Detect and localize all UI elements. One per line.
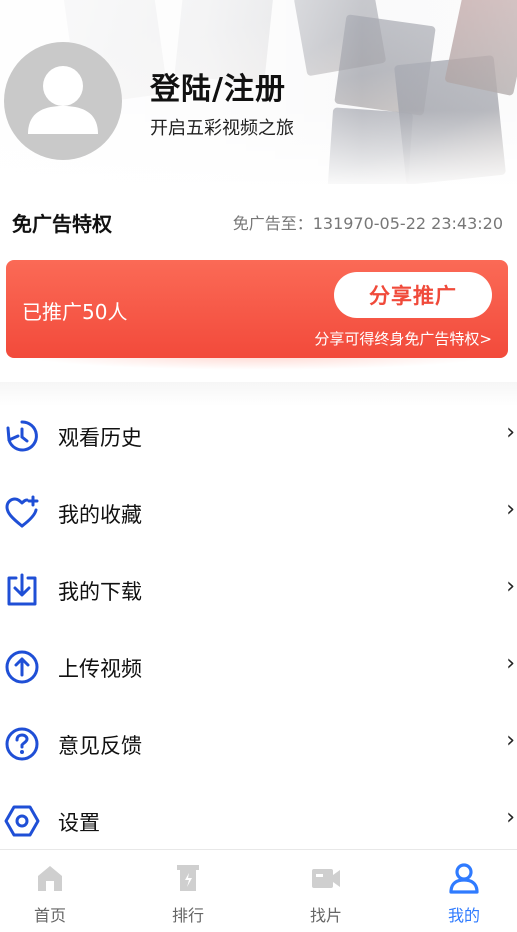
- tab-ranking[interactable]: 排行: [138, 850, 238, 932]
- profile-subtitle: 开启五彩视频之旅: [150, 118, 294, 139]
- menu-label: 观看历史: [58, 426, 142, 450]
- login-register-link[interactable]: 登陆/注册: [150, 64, 286, 108]
- bottom-tab-bar: 首页 排行 找片 我的: [0, 849, 517, 932]
- chevron-right-icon: ›: [506, 574, 515, 599]
- favorite-heart-icon: [5, 495, 39, 528]
- promotion-card: 已推广50人 分享推广 分享可得终身免广告特权>: [6, 260, 508, 358]
- promotion-hint-link[interactable]: 分享可得终身免广告特权>: [314, 328, 492, 349]
- chevron-right-icon: ›: [506, 805, 515, 830]
- avatar[interactable]: [4, 42, 122, 160]
- menu-item-upload[interactable]: 上传视频 ›: [0, 629, 517, 705]
- menu-item-downloads[interactable]: 我的下载 ›: [0, 552, 517, 628]
- menu-label: 意见反馈: [58, 734, 142, 758]
- ad-free-privilege-title: 免广告特权: [12, 212, 112, 236]
- promotion-count: 已推广50人: [22, 300, 128, 324]
- upload-icon: [5, 650, 39, 684]
- tab-label: 找片: [309, 906, 342, 925]
- default-user-icon: [28, 66, 98, 134]
- menu-item-history[interactable]: 观看历史 ›: [0, 398, 517, 474]
- download-icon: [7, 573, 37, 606]
- tab-label: 我的: [447, 906, 480, 925]
- tab-label: 首页: [33, 906, 66, 925]
- menu-item-feedback[interactable]: 意见反馈 ›: [0, 706, 517, 782]
- home-icon: [38, 866, 62, 891]
- chevron-right-icon: ›: [506, 420, 515, 445]
- menu-label: 我的收藏: [58, 503, 142, 527]
- menu-label: 设置: [58, 811, 100, 835]
- user-icon: [449, 863, 479, 894]
- tab-find-video[interactable]: 找片: [276, 850, 376, 932]
- menu-item-settings[interactable]: 设置 ›: [0, 783, 517, 859]
- ad-free-expiry: 免广告至：131970-05-22 23:43:20: [232, 214, 503, 233]
- chevron-right-icon: ›: [506, 728, 515, 753]
- menu-label: 上传视频: [58, 657, 142, 681]
- ranking-icon: [177, 865, 199, 891]
- settings-icon: [4, 805, 40, 837]
- chevron-right-icon: ›: [506, 651, 515, 676]
- share-promote-button[interactable]: 分享推广: [334, 272, 492, 318]
- tab-label: 排行: [171, 906, 204, 925]
- tab-home[interactable]: 首页: [0, 850, 100, 932]
- chevron-right-icon: ›: [506, 497, 515, 522]
- profile-header: 登陆/注册 开启五彩视频之旅: [0, 0, 517, 184]
- menu-item-favorites[interactable]: 我的收藏 ›: [0, 475, 517, 551]
- menu-label: 我的下载: [58, 580, 142, 604]
- video-camera-icon: [312, 869, 340, 888]
- history-icon: [6, 420, 38, 452]
- feedback-question-icon: [5, 727, 39, 761]
- tab-mine[interactable]: 我的: [414, 850, 514, 932]
